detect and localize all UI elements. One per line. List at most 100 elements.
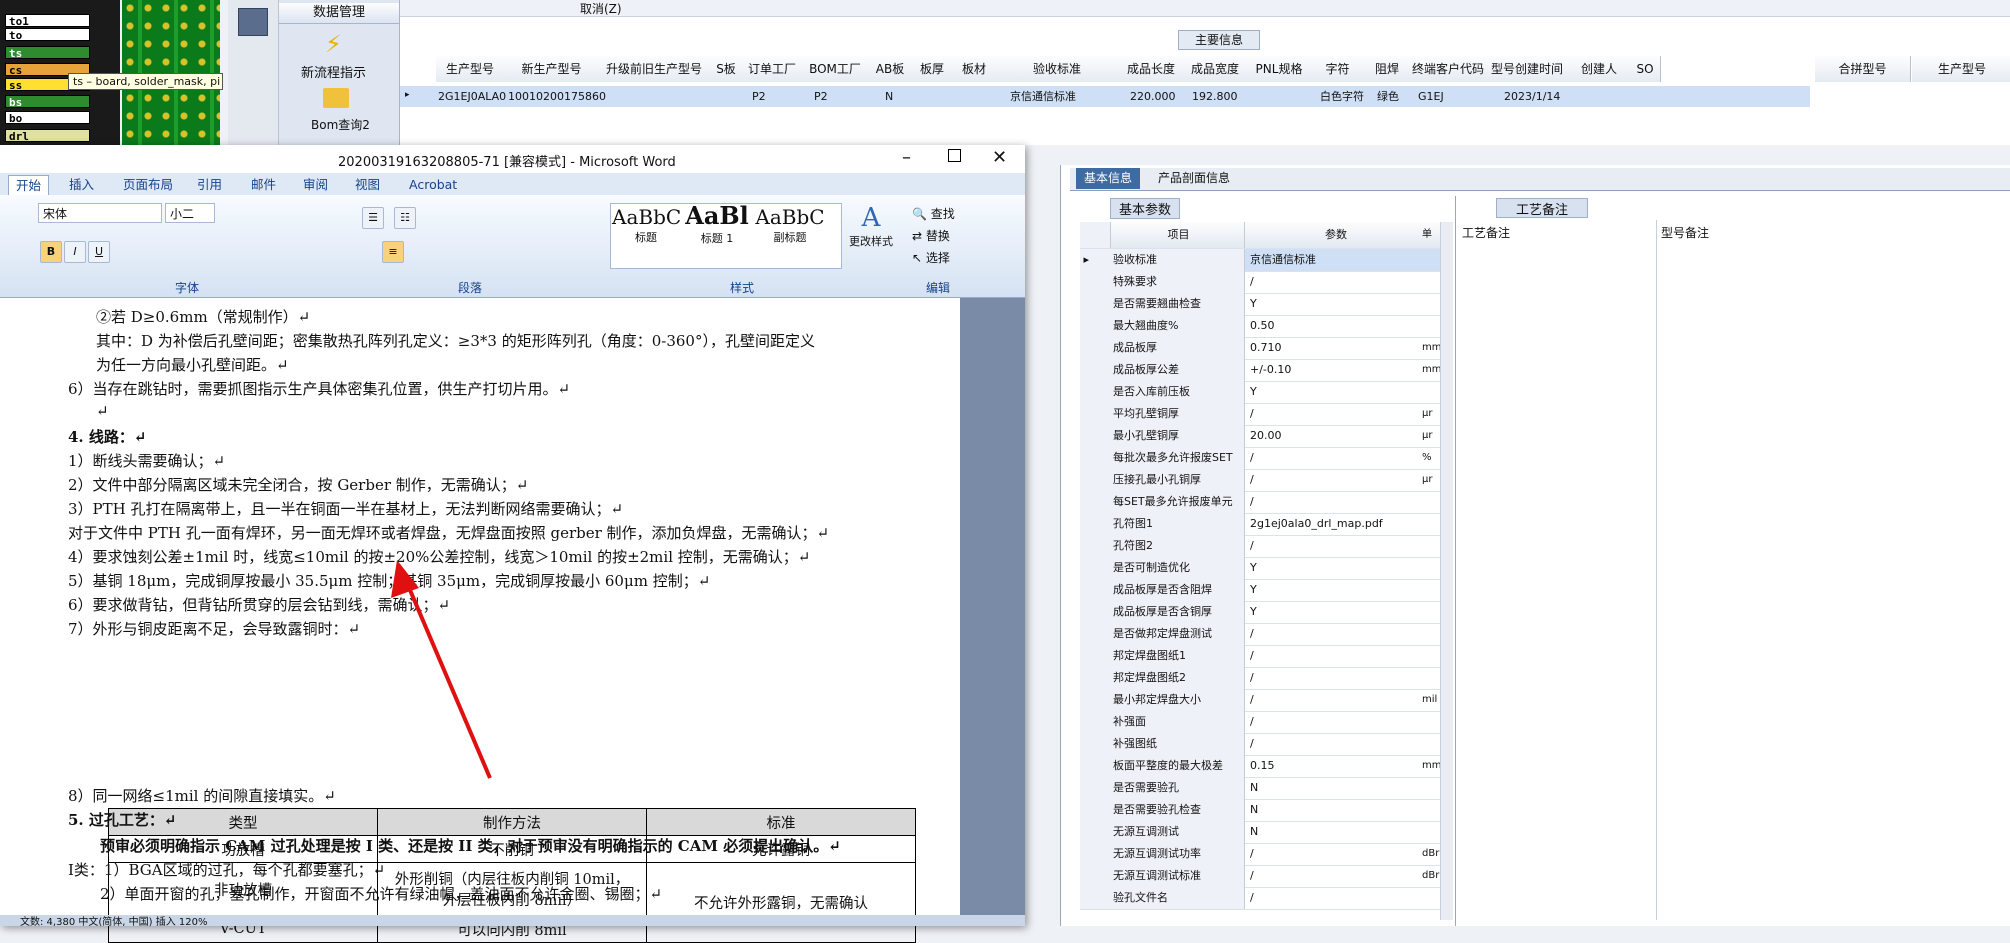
- param-value[interactable]: Y: [1247, 601, 1422, 623]
- param-value[interactable]: /: [1247, 623, 1422, 645]
- param-row[interactable]: 无源互调测试功率 / dBr: [1080, 843, 1440, 866]
- bullet-list-button[interactable]: ☰: [362, 207, 384, 229]
- param-row[interactable]: 最小孔壁铜厚 20.00 μr: [1080, 425, 1440, 448]
- data-management-title[interactable]: 数据管理: [279, 3, 399, 24]
- param-row[interactable]: 成品板厚是否含阻焊 Y: [1080, 579, 1440, 602]
- param-value[interactable]: /: [1247, 645, 1422, 667]
- param-row[interactable]: 平均孔壁铜厚 / μr: [1080, 403, 1440, 426]
- cell-cust[interactable]: G1EJ: [1416, 87, 1444, 107]
- param-row[interactable]: 补强图纸 /: [1080, 733, 1440, 756]
- param-row[interactable]: 是否需要验孔检查 N: [1080, 799, 1440, 822]
- underline-button[interactable]: U: [88, 241, 110, 263]
- grid-column-header[interactable]: 字符: [1311, 56, 1365, 82]
- craft-col-model-note[interactable]: 型号备注: [1661, 224, 1709, 241]
- right-column-header[interactable]: 合拼型号: [1815, 56, 1911, 82]
- param-value[interactable]: Y: [1247, 557, 1422, 579]
- grid-column-header[interactable]: 验收标准: [995, 56, 1120, 82]
- param-value[interactable]: /: [1247, 667, 1422, 689]
- style-title[interactable]: AaBbC 标题: [612, 205, 681, 245]
- find-button[interactable]: 🔍 查找: [912, 205, 955, 222]
- param-value-header[interactable]: 参数: [1247, 222, 1422, 248]
- word-tab[interactable]: 页面布局: [116, 175, 180, 195]
- param-row[interactable]: 补强面 /: [1080, 711, 1440, 734]
- grid-column-header[interactable]: 成品长度: [1119, 56, 1184, 82]
- grid-column-header[interactable]: 创建人: [1568, 56, 1631, 82]
- param-value[interactable]: Y: [1247, 381, 1422, 403]
- craft-col-note[interactable]: 工艺备注: [1462, 224, 1510, 241]
- param-row[interactable]: 特殊要求 /: [1080, 271, 1440, 294]
- cell-newprod[interactable]: 10010200175860: [506, 87, 606, 107]
- craft-note-tab[interactable]: 工艺备注: [1496, 198, 1588, 218]
- bold-button[interactable]: B: [40, 241, 62, 263]
- param-value[interactable]: /: [1247, 733, 1422, 755]
- select-button[interactable]: ↖ 选择: [912, 249, 950, 266]
- font-name-box[interactable]: 宋体: [38, 203, 162, 223]
- word-tab[interactable]: 引用: [190, 175, 229, 195]
- italic-button[interactable]: I: [64, 241, 86, 263]
- param-row[interactable]: 成品板厚 0.710 mm: [1080, 337, 1440, 360]
- layer-item[interactable]: to1: [5, 14, 90, 28]
- align-center-button[interactable]: ≡: [382, 241, 404, 263]
- param-row[interactable]: 成品板厚公差 +/-0.10 mm: [1080, 359, 1440, 382]
- param-row[interactable]: 邦定焊盘图纸1/: [1080, 645, 1440, 668]
- param-row[interactable]: ▸ 验收标准 京信通信标准: [1080, 249, 1440, 272]
- param-row[interactable]: 孔符图1 2g1ej0ala0_drl_map.pdf: [1080, 513, 1440, 536]
- word-tab[interactable]: Acrobat: [402, 175, 464, 195]
- param-value[interactable]: /: [1247, 865, 1422, 887]
- word-tab[interactable]: 插入: [62, 175, 101, 195]
- new-flow-button[interactable]: 新流程指示: [301, 62, 366, 81]
- replace-button[interactable]: ⇄ 替换: [912, 227, 950, 244]
- param-value[interactable]: N: [1247, 777, 1422, 799]
- param-row[interactable]: 成品板厚是否含铜厚 Y: [1080, 601, 1440, 624]
- basic-params-tab[interactable]: 基本参数: [1070, 196, 1450, 219]
- param-row[interactable]: 最小邦定焊盘大小 / mil: [1080, 689, 1440, 712]
- grid-column-header[interactable]: 生产型号: [436, 56, 505, 82]
- grid-column-header[interactable]: 新生产型号: [504, 56, 600, 82]
- param-row[interactable]: 是否可制造优化 Y: [1080, 557, 1440, 580]
- grid-column-header[interactable]: 成品宽度: [1183, 56, 1248, 82]
- word-tab[interactable]: 开始: [8, 175, 50, 196]
- word-tab[interactable]: 审阅: [296, 175, 335, 195]
- cell-prod[interactable]: 2G1EJ0ALA0: [436, 87, 506, 107]
- param-value[interactable]: /: [1247, 491, 1422, 513]
- style-heading1[interactable]: AaBl 标题 1: [682, 201, 752, 246]
- param-value[interactable]: 0.710: [1247, 337, 1422, 359]
- grid-column-header[interactable]: 终端客户代码: [1410, 56, 1487, 82]
- grid-column-header[interactable]: 板厚: [911, 56, 954, 82]
- cell-time[interactable]: 2023/1/14: [1502, 87, 1560, 107]
- change-style-button[interactable]: A 更改样式: [842, 203, 900, 249]
- param-value[interactable]: /: [1247, 271, 1422, 293]
- selected-row[interactable]: [400, 86, 1810, 107]
- param-row[interactable]: 压接孔最小孔铜厚 / μr: [1080, 469, 1440, 492]
- layer-item[interactable]: to: [5, 28, 90, 42]
- layer-item[interactable]: bo: [5, 111, 90, 125]
- layer-item[interactable]: drl: [5, 129, 90, 143]
- minimize-icon[interactable]: –: [902, 147, 911, 168]
- grid-column-header[interactable]: 型号创建时间: [1486, 56, 1569, 82]
- param-row[interactable]: 板面平整度的最大极差 0.15 mm: [1080, 755, 1440, 778]
- folder-icon[interactable]: [323, 88, 349, 108]
- param-row[interactable]: 是否入库前压板 Y: [1080, 381, 1440, 404]
- param-key-header[interactable]: 项目: [1110, 222, 1245, 248]
- cell-len[interactable]: 220.000: [1128, 87, 1176, 107]
- param-value[interactable]: /: [1247, 469, 1422, 491]
- grid-column-header[interactable]: BOM工厂: [801, 56, 870, 82]
- param-row[interactable]: 是否需要验孔 N: [1080, 777, 1440, 800]
- cell-factory[interactable]: P2: [750, 87, 766, 107]
- param-value[interactable]: /: [1247, 535, 1422, 557]
- param-row[interactable]: 孔符图2/: [1080, 535, 1440, 558]
- grid-column-header[interactable]: 升级前旧生产型号: [599, 56, 710, 82]
- grid-column-header[interactable]: 阻焊: [1364, 56, 1411, 82]
- param-row[interactable]: 每批次最多允许报废SET /%: [1080, 447, 1440, 470]
- layer-item[interactable]: bs: [5, 95, 90, 109]
- document-page[interactable]: ②若 D≥0.6mm（常规制作）↵ 其中：D 为补偿后孔壁间距；密集散热孔阵列孔定…: [0, 298, 960, 943]
- param-value[interactable]: /: [1247, 447, 1422, 469]
- param-row[interactable]: 邦定焊盘图纸2/: [1080, 667, 1440, 690]
- param-value[interactable]: N: [1247, 821, 1422, 843]
- param-row[interactable]: 验孔文件名 /: [1080, 887, 1440, 910]
- grid-column-header[interactable]: SO: [1630, 56, 1661, 82]
- grid-column-header[interactable]: S板: [709, 56, 744, 82]
- cell-bom[interactable]: P2: [812, 87, 828, 107]
- param-row[interactable]: 每SET最多允许报废单元 /: [1080, 491, 1440, 514]
- numbered-list-button[interactable]: ☷: [394, 207, 416, 229]
